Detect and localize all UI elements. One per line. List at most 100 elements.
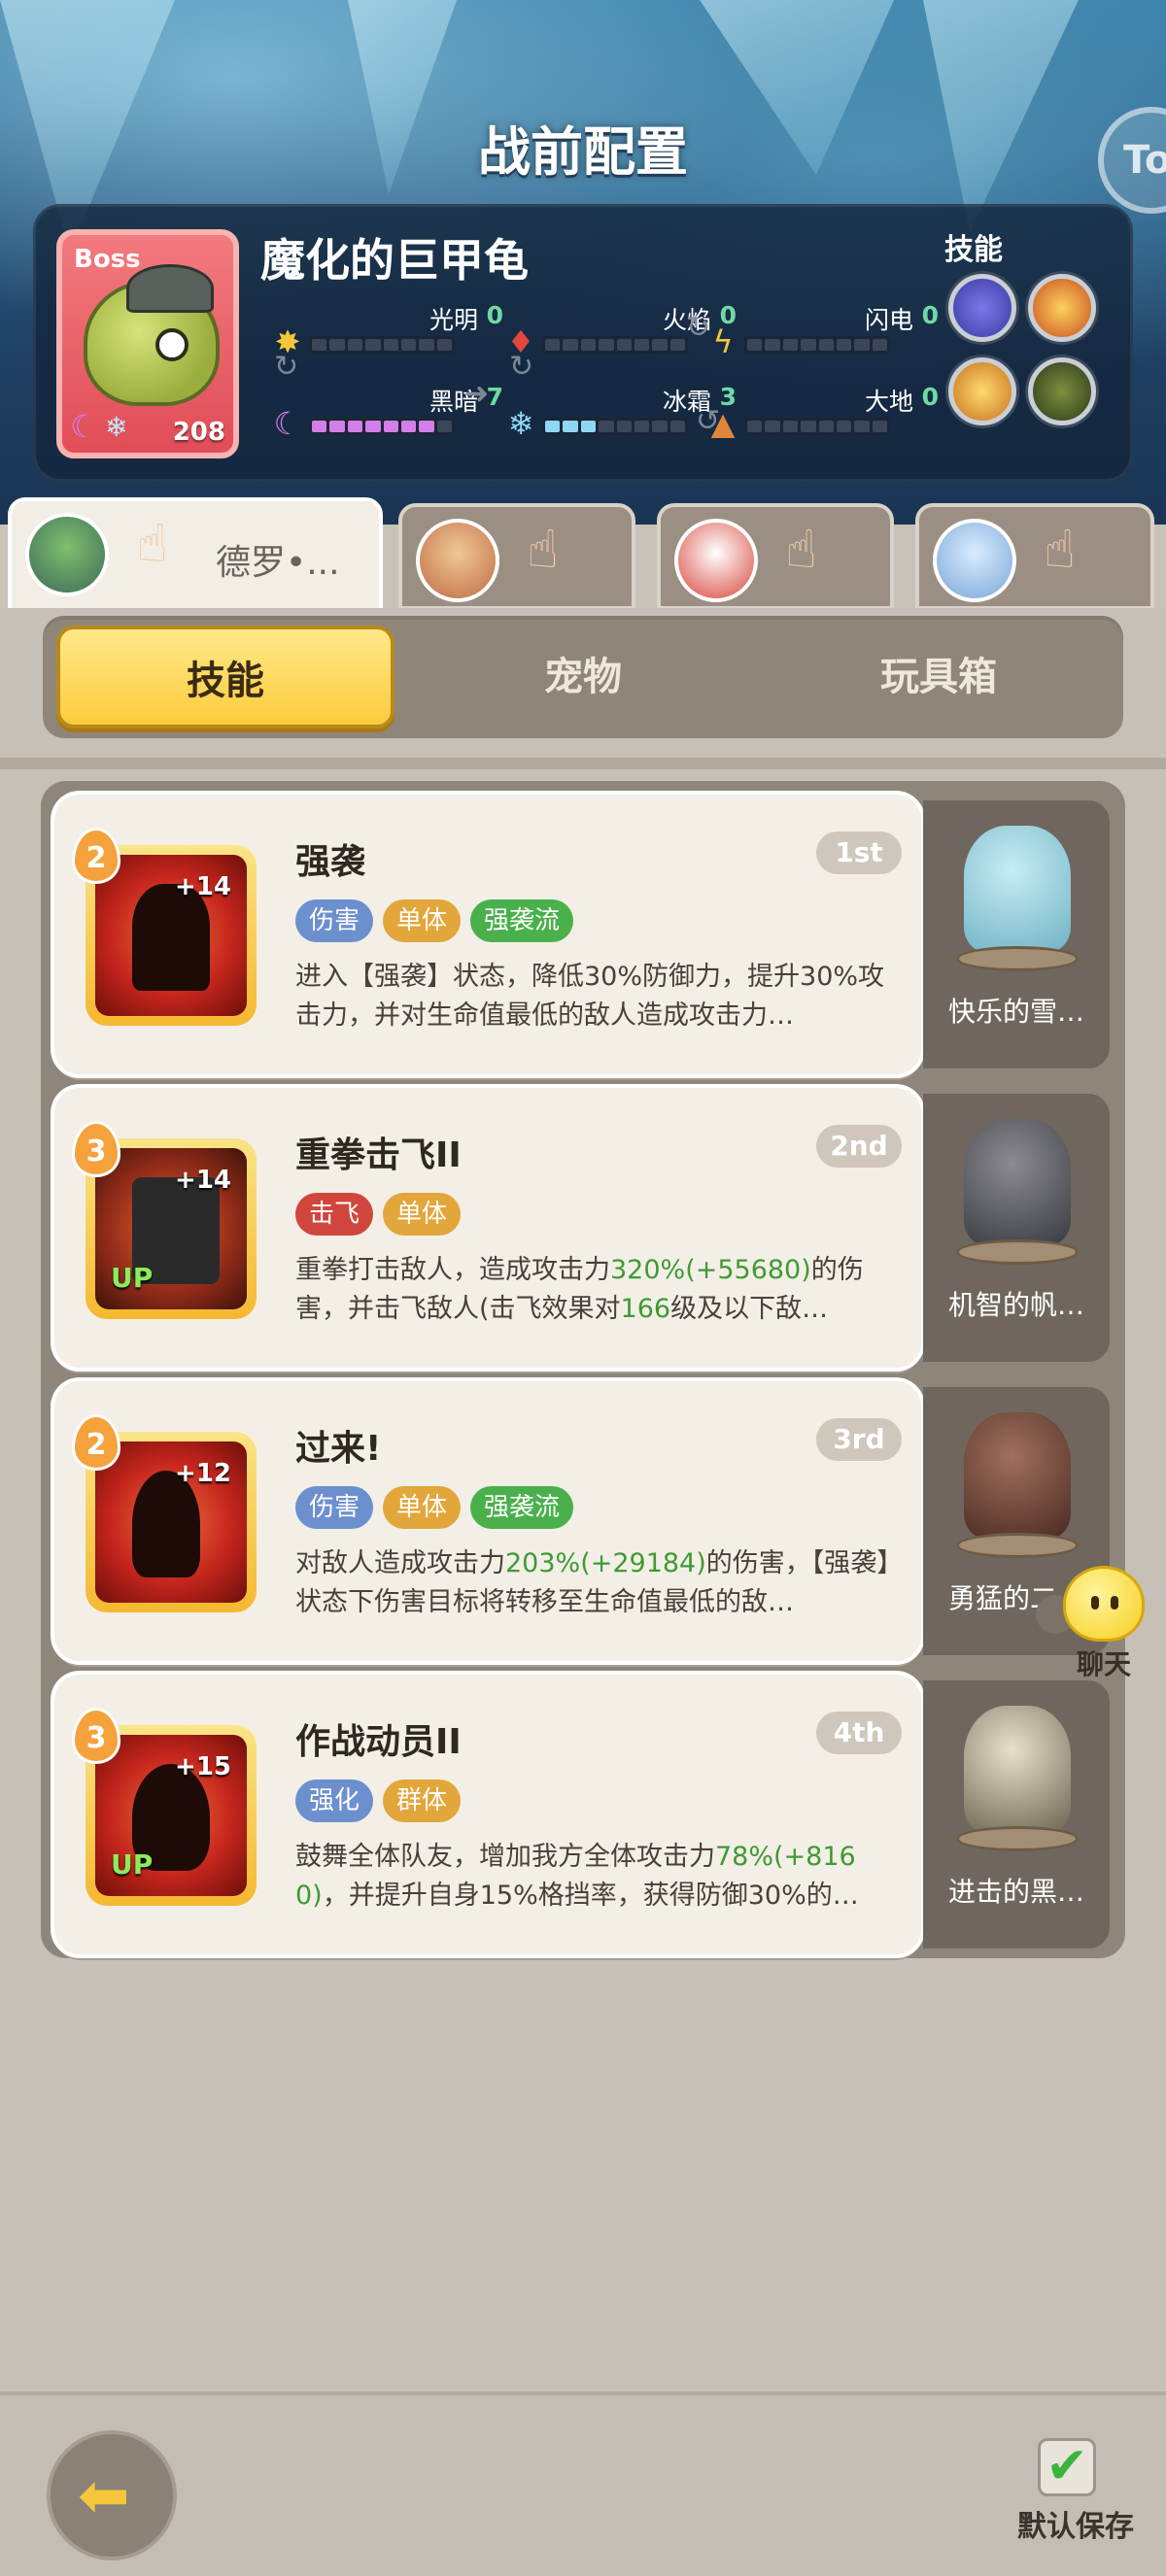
hand-pointer-icon: ☝ — [527, 519, 559, 580]
boss-tag: Boss — [74, 245, 141, 274]
element-bar-segment — [545, 421, 561, 432]
cycle-arrow-icon: ↻ — [686, 311, 711, 345]
element-bar — [542, 418, 688, 435]
tab-toybox[interactable]: 玩具箱 — [770, 626, 1108, 729]
hero-avatar — [416, 519, 499, 602]
boss-skill-swirl-icon[interactable] — [948, 274, 1016, 342]
element-bar-segment — [599, 339, 614, 351]
element-bar-segment — [652, 421, 668, 432]
element-bar-segment — [347, 339, 363, 351]
hero-avatar — [25, 513, 109, 596]
page-title: 战前配置 — [478, 121, 688, 183]
skill-tag: 伤害 — [295, 899, 374, 942]
pet-slot-4[interactable]: 进击的黑… — [923, 1680, 1110, 1949]
hero-tab-2[interactable]: ☝ — [398, 503, 635, 610]
highlighted-value: 203%(+29184) — [505, 1548, 706, 1578]
skill-name: 作战动员II — [295, 1722, 462, 1762]
element-bar-segment — [818, 421, 834, 432]
skill-plus: +14 — [175, 872, 231, 901]
element-bar-segment — [436, 339, 452, 351]
element-bar-segment — [400, 421, 417, 432]
skill-tag: 单体 — [383, 1193, 462, 1236]
default-save-checkbox[interactable]: ✔ — [1038, 2438, 1096, 2496]
skill-icon: +14 — [95, 855, 247, 1016]
element-lightning: 闪电 0 ϟ — [705, 301, 968, 359]
element-bar-segment — [782, 339, 799, 351]
element-bar-segment — [836, 339, 852, 351]
element-bar-segment — [818, 339, 834, 351]
hand-pointer-icon: ☝ — [785, 519, 817, 580]
skill-level-badge: 2 — [72, 828, 120, 884]
description-text: ，并提升自身15%格挡率，获得防御30%的… — [322, 1881, 859, 1911]
snowflake-icon: ❄ — [507, 405, 534, 442]
element-bar — [309, 336, 455, 354]
skill-icon: +15 UP — [95, 1735, 247, 1896]
element-bar-segment — [329, 339, 345, 351]
skill-card-1[interactable]: +14 2 强袭 1st 伤害 单体 强袭流 进入【强袭】状态，降低30%防御力，提… — [54, 795, 921, 1074]
skill-description: 对敌人造成攻击力203%(+29184)的伤害，【强袭】状态下伤害目标将转移至生… — [295, 1544, 908, 1661]
element-bar — [309, 418, 455, 435]
highlighted-value: 320%(+55680) — [610, 1255, 811, 1285]
element-bar-segment — [329, 421, 345, 432]
tab-pets[interactable]: 宠物 — [414, 626, 752, 729]
chat-face-icon — [1063, 1566, 1145, 1642]
element-label: 光明 — [429, 306, 478, 334]
description-text: 对敌人造成攻击力 — [295, 1548, 505, 1578]
element-bar-segment — [616, 339, 632, 351]
boss-skill-turtle-icon[interactable] — [1028, 357, 1096, 425]
boss-portrait[interactable]: Boss ☾ ❄ 208 — [56, 229, 239, 458]
pet-name: 快乐的雪… — [947, 996, 1084, 1028]
skill-card-2[interactable]: +14 UP 3 重拳击飞II 2nd 击飞 单体 重拳打击敌人，造成攻击力320… — [54, 1088, 921, 1368]
chat-button[interactable]: 聊天 — [1036, 1566, 1152, 1680]
element-bar-segment — [652, 339, 668, 351]
pet-slot-2[interactable]: 机智的帆… — [923, 1094, 1110, 1362]
pet-base — [956, 1533, 1079, 1558]
hand-pointer-icon: ☝ — [136, 513, 168, 574]
element-bar-segment — [400, 339, 417, 351]
pet-slot-1[interactable]: 快乐的雪… — [923, 800, 1110, 1068]
hero-tab-3[interactable]: ☝ — [657, 503, 894, 610]
hero-tab-1[interactable]: ☝ 德罗•... — [8, 497, 383, 612]
cycle-arrow-icon: ↻ — [509, 350, 534, 384]
element-bar-segment — [801, 339, 816, 351]
boss-skill-crown-icon[interactable] — [948, 357, 1016, 425]
skill-level-badge: 2 — [72, 1414, 120, 1471]
element-bar-segment — [836, 421, 852, 432]
element-bar-segment — [383, 339, 398, 351]
skill-tag: 击飞 — [295, 1193, 374, 1236]
element-bar — [744, 336, 890, 354]
element-bar-segment — [765, 421, 780, 432]
skill-plus: +12 — [175, 1459, 231, 1488]
element-bar-segment — [312, 339, 327, 351]
tab-skills[interactable]: 技能 — [56, 626, 394, 729]
description-text: 重拳打击敌人，造成攻击力 — [295, 1255, 610, 1285]
element-light: 光明 0 ✸ — [270, 301, 532, 359]
skill-card-4[interactable]: +15 UP 3 作战动员II 4th 强化 群体 鼓舞全体队友，增加我方全体攻击… — [54, 1675, 921, 1954]
skill-tag: 伤害 — [295, 1486, 374, 1529]
skill-rank: 1st — [816, 831, 902, 874]
boss-eye-image — [155, 328, 189, 361]
back-button[interactable]: ⬅ — [47, 2430, 177, 2560]
element-bar-segment — [747, 421, 763, 432]
hero-tab-4[interactable]: ☝ — [915, 503, 1154, 610]
hand-pointer-icon: ☝ — [1044, 519, 1076, 580]
element-bar-segment — [669, 421, 685, 432]
hero-avatar — [674, 519, 758, 602]
element-bar-segment — [419, 421, 434, 432]
element-bar-segment — [419, 339, 434, 351]
element-bar-segment — [580, 339, 597, 351]
pet-base — [956, 946, 1079, 971]
skill-rank: 4th — [816, 1712, 902, 1754]
boss-skill-flame-icon[interactable] — [1028, 274, 1096, 342]
element-bar-segment — [854, 421, 870, 432]
boss-name: 魔化的巨甲龟 — [260, 234, 529, 287]
divider — [0, 758, 1166, 769]
element-bar-segment — [436, 421, 452, 432]
skill-card-3[interactable]: +12 2 过来! 3rd 伤害 单体 强袭流 对敌人造成攻击力203%(+2918… — [54, 1381, 921, 1661]
element-bar-segment — [599, 421, 614, 432]
element-bar-segment — [383, 421, 398, 432]
element-bar-segment — [347, 421, 363, 432]
skill-tag: 强袭流 — [470, 899, 574, 942]
skill-tags: 强化 群体 — [295, 1779, 462, 1822]
hero-tab-name: 德罗•... — [216, 543, 340, 583]
